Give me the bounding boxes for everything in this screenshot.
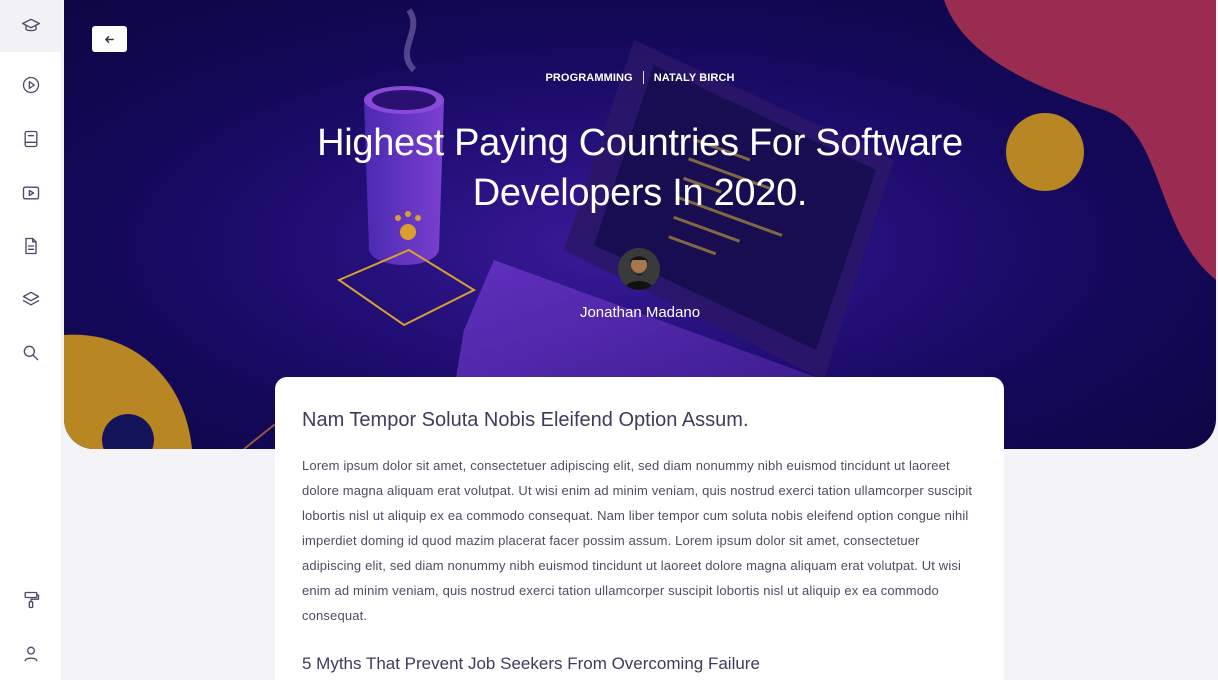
play-circle-icon [22,76,40,94]
sidebar-item-documents[interactable] [0,220,62,272]
graduation-cap-icon [22,18,40,32]
paint-roller-icon [24,591,40,609]
sidebar-item-layers[interactable] [0,273,62,325]
sidebar-item-play[interactable] [0,59,62,111]
arrow-left-icon [105,35,114,43]
author-avatar[interactable] [618,248,660,290]
meta-divider [642,71,644,84]
video-icon [22,186,40,200]
author-tag-link[interactable]: NATALY BIRCH [654,72,735,84]
sidebar-item-profile[interactable] [0,628,62,680]
book-icon [24,130,38,148]
article-paragraph: Lorem ipsum dolor sit amet, consectetuer… [302,458,973,623]
sidebar-item-courses[interactable] [0,0,62,52]
author-name[interactable]: Jonathan Madano [64,304,1216,321]
page-title: Highest Paying Countries For Software De… [317,122,963,214]
article-meta: PROGRAMMING NATALY BIRCH [64,71,1216,84]
sidebar-item-videos[interactable] [0,167,62,219]
avatar-photo [618,248,660,290]
sidebar-item-theme[interactable] [0,574,62,626]
layers-icon [22,291,40,306]
back-button[interactable] [92,26,127,52]
sidebar-item-search[interactable] [0,327,62,379]
user-icon [24,646,38,662]
sidebar [0,0,62,680]
article-subheading: 5 Myths That Prevent Job Seekers From Ov… [302,654,760,673]
category-link[interactable]: PROGRAMMING [545,72,632,84]
sidebar-item-books[interactable] [0,113,62,165]
document-icon [25,237,37,255]
article-heading: Nam Tempor Soluta Nobis Eleifend Option … [302,409,749,431]
article-card: Nam Tempor Soluta Nobis Eleifend Option … [275,377,1004,680]
search-icon [23,345,39,361]
